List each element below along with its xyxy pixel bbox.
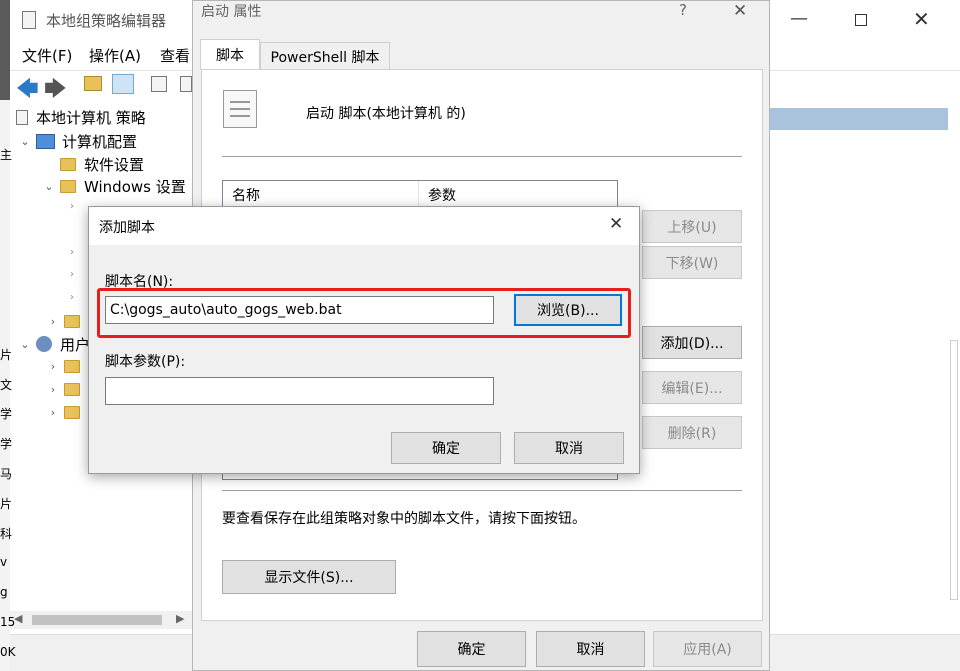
add-script-dialog: 添加脚本 ✕ 脚本名(N): C:\gogs_auto\auto_gogs_we… [88,206,640,474]
show-files-button[interactable]: 显示文件(S)... [222,560,396,594]
chevron-right-icon[interactable]: › [70,269,74,280]
script-params-input[interactable] [105,377,494,405]
show-hide-tree-icon[interactable] [112,74,134,94]
divider [222,490,742,491]
edge-char: 15 [0,615,16,629]
edge-char: 0K [0,645,16,659]
edge-char: v [0,555,8,569]
remove-button[interactable]: 删除(R) [642,416,742,449]
chevron-right-icon[interactable]: › [70,247,74,258]
chevron-down-icon[interactable]: ⌄ [18,338,32,351]
tree-computer-config[interactable]: ⌄ 计算机配置 [18,130,137,152]
folder-icon [60,157,76,171]
menu-view[interactable]: 查看 [160,45,190,66]
tab-scripts[interactable]: 脚本 [200,39,260,70]
menu-action[interactable]: 操作(A) [89,45,141,66]
add-cancel-button[interactable]: 取消 [514,432,624,464]
up-folder-icon[interactable] [84,76,102,91]
help-icon[interactable]: ? [679,1,687,19]
folder-icon [60,179,76,193]
scroll-thumb[interactable] [32,615,162,625]
maximize-icon[interactable] [855,14,867,26]
properties-icon[interactable] [151,76,167,92]
tab-powershell[interactable]: PowerShell 脚本 [260,42,390,70]
tree-user-subfolder[interactable]: › [46,378,88,400]
move-up-button[interactable]: 上移(U) [642,210,742,243]
scroll-right-icon[interactable]: ▶ [176,612,184,625]
folder-icon [64,359,80,373]
chevron-right-icon[interactable]: › [70,201,74,212]
close-icon[interactable]: ✕ [609,214,623,234]
move-down-button[interactable]: 下移(W) [642,246,742,279]
policy-icon [16,109,28,125]
ok-button[interactable]: 确定 [417,631,526,667]
edge-char: 主 [0,148,13,162]
edge-char: 片 [0,497,13,511]
right-pane-header [770,108,948,130]
chevron-right-icon[interactable]: › [46,360,60,373]
column-header-params[interactable]: 参数 [419,181,617,209]
column-header-name[interactable]: 名称 [223,181,419,209]
close-icon[interactable]: ✕ [913,7,930,31]
chevron-down-icon[interactable]: ⌄ [18,135,32,148]
cancel-button[interactable]: 取消 [536,631,645,667]
folder-icon [64,405,80,419]
chevron-right-icon[interactable]: › [46,406,60,419]
divider [222,156,742,157]
minimize-icon[interactable]: — [790,8,808,29]
edge-char: 科 [0,527,13,541]
tree-user-config[interactable]: ⌄ 用户 [18,333,90,355]
edge-char: 学 [0,437,13,451]
add-ok-button[interactable]: 确定 [391,432,501,464]
tree-software-settings[interactable]: 软件设置 [60,153,144,175]
edge-char: 学 [0,407,13,421]
tree-hscrollbar[interactable]: ◀ ▶ [10,611,192,629]
add-script-titlebar: 添加脚本 ✕ [89,207,639,245]
right-pane-scroll-thumb[interactable] [950,340,958,600]
dialog-title: 启动 属性 [201,4,262,20]
left-background-strip: 主 片 文 学 学 马 片 科 v g 15 0K [0,100,16,671]
tree-user-subfolder[interactable]: › [46,355,88,377]
script-name-input[interactable]: C:\gogs_auto\auto_gogs_web.bat [105,296,494,324]
panel-heading: 启动 脚本(本地计算机 的) [306,106,466,122]
browse-button[interactable]: 浏览(B)... [514,294,622,326]
edit-button[interactable]: 编辑(E)... [642,371,742,404]
gpedit-title: 本地组策略编辑器 [46,12,167,30]
computer-icon [36,133,55,149]
chevron-right-icon[interactable]: › [46,315,60,328]
export-icon[interactable] [180,76,192,92]
edge-char: 马 [0,467,13,481]
menu-file[interactable]: 文件(F) [22,45,72,66]
add-button[interactable]: 添加(D)... [642,326,742,359]
folder-icon [64,382,80,396]
chevron-down-icon[interactable]: ⌄ [42,180,56,193]
edge-char: g [0,585,8,599]
user-icon [36,336,52,352]
apply-button[interactable]: 应用(A) [653,631,762,667]
close-icon[interactable]: ✕ [733,1,747,21]
chevron-right-icon[interactable]: › [46,383,60,396]
add-script-title: 添加脚本 [99,220,155,236]
tree-windows-settings[interactable]: ⌄ Windows 设置 [42,175,185,197]
edge-char: 文 [0,378,13,392]
tree-folder-collapsed[interactable]: › [46,310,88,332]
tree-root[interactable]: 本地计算机 策略 [16,106,146,128]
chevron-right-icon[interactable]: › [70,292,74,303]
script-doc-icon [223,90,257,128]
edge-char: 片 [0,348,13,362]
script-params-label: 脚本参数(P): [105,354,186,370]
gpedit-app-icon [22,11,36,29]
folder-icon [64,314,80,328]
info-text: 要查看保存在此组策略对象中的脚本文件，请按下面按钮。 [222,511,586,527]
tree-user-subfolder[interactable]: › [46,401,88,423]
